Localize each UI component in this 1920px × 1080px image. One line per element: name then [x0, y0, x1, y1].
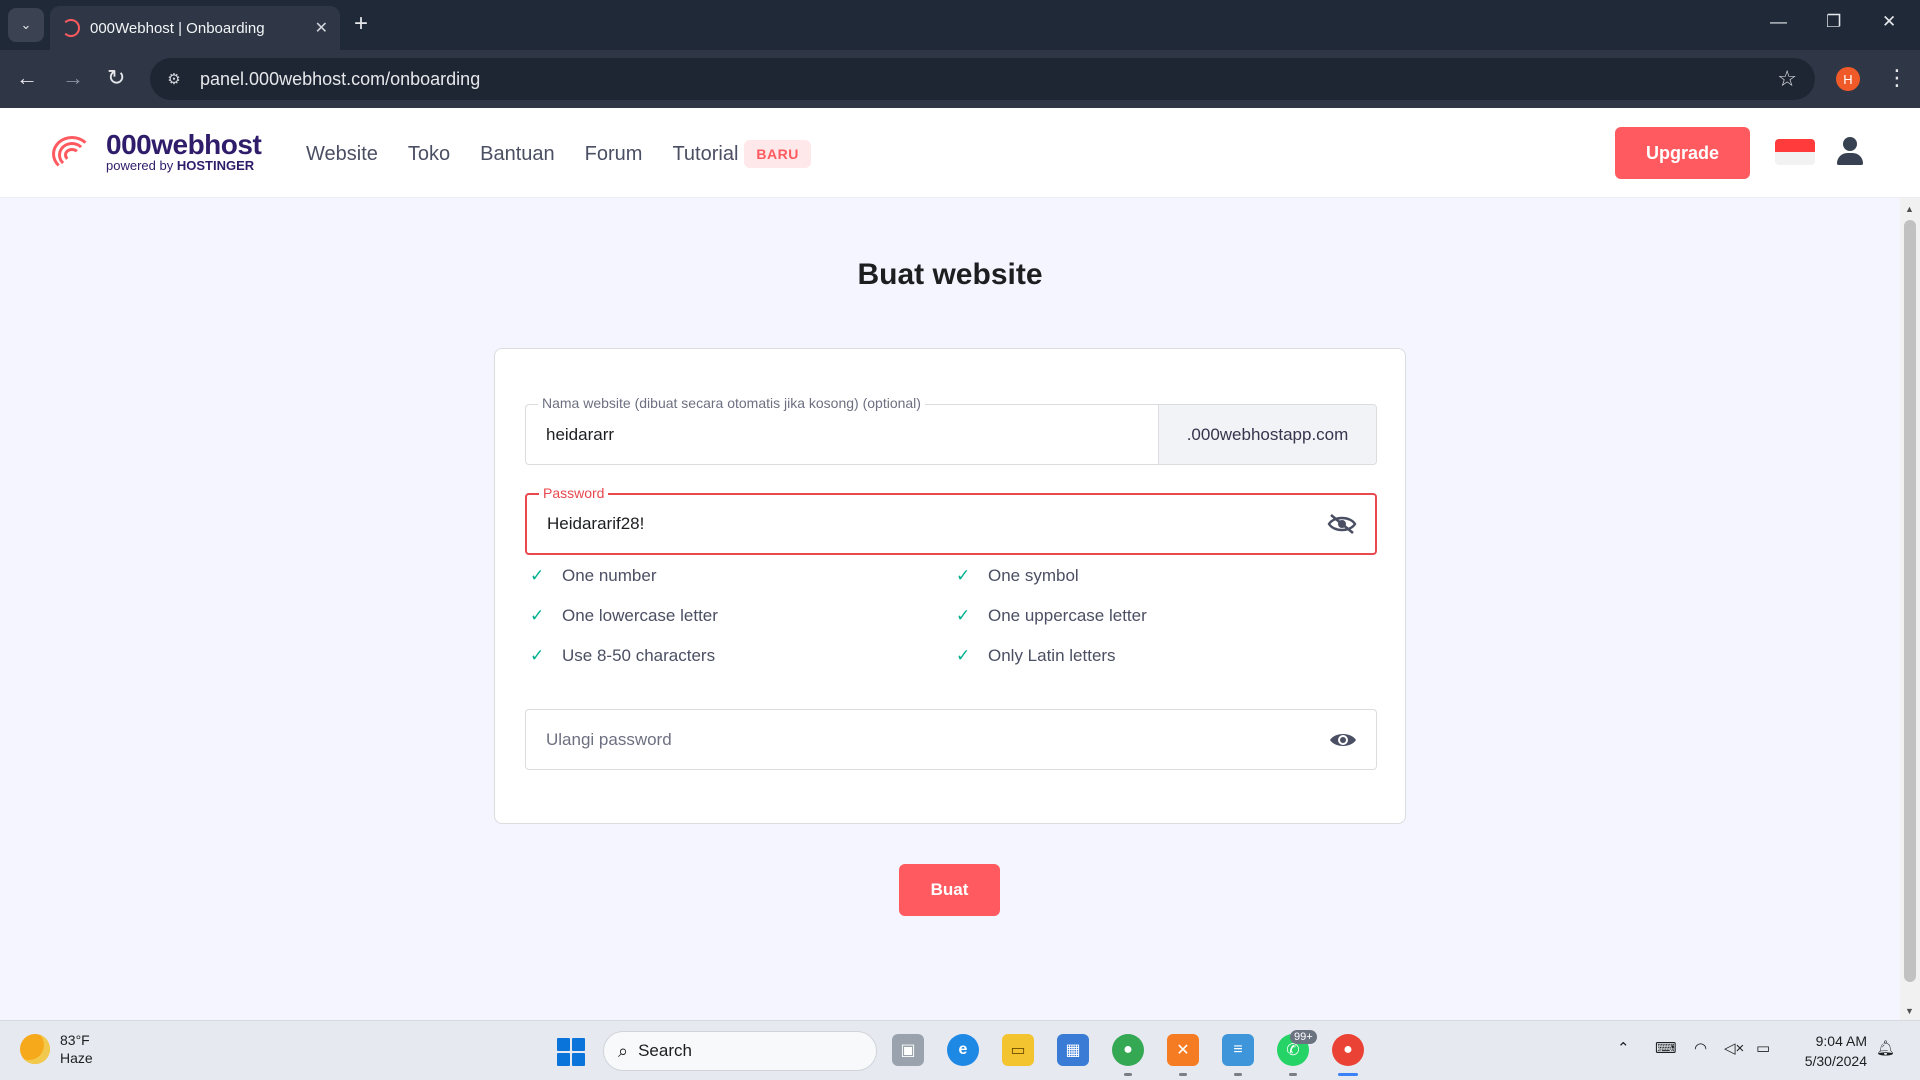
create-website-card: Nama website (dibuat secara otomatis jik… — [494, 348, 1406, 824]
hide-password-icon[interactable] — [1327, 513, 1357, 535]
repeat-password-input[interactable]: Ulangi password — [546, 710, 672, 769]
create-button[interactable]: Buat — [899, 864, 1000, 916]
windows-taskbar: 83°F Haze ⌕ Search ▣ e ▭ ▦ ● ✕ ≡ ✆ 99+ ●… — [0, 1020, 1920, 1080]
nav-tutorial[interactable]: Tutorial — [672, 143, 738, 166]
check-icon: ✓ — [530, 606, 545, 625]
search-icon: ⌕ — [618, 1040, 629, 1061]
window-close-icon[interactable]: ✕ — [1882, 12, 1896, 32]
scroll-down-icon[interactable]: ▼ — [1905, 1006, 1914, 1016]
nav-toko[interactable]: Toko — [408, 143, 450, 166]
weather-temp: 83°F — [60, 1032, 90, 1048]
site-favicon-icon — [62, 19, 80, 37]
running-indicator — [1124, 1073, 1132, 1076]
clock-date: 5/30/2024 — [1804, 1053, 1867, 1069]
taskbar-clock[interactable]: 9:04 AM 5/30/2024 — [1795, 1031, 1867, 1071]
nav-bantuan[interactable]: Bantuan — [480, 143, 555, 166]
restore-icon[interactable]: ❐ — [1826, 12, 1841, 32]
edge-icon[interactable]: e — [947, 1034, 979, 1066]
chrome-profile-icon[interactable]: ● — [1332, 1034, 1364, 1066]
password-field[interactable]: Password Heidararif28! — [525, 485, 1377, 555]
website-name-input[interactable]: heidararr — [546, 405, 614, 464]
nav-forum[interactable]: Forum — [585, 143, 643, 166]
upgrade-button[interactable]: Upgrade — [1615, 127, 1750, 179]
browser-tabbar: ⌄ 000Webhost | Onboarding ✕ + — ❐ ✕ — [0, 0, 1920, 50]
tray-overflow-icon[interactable]: ⌃ — [1617, 1039, 1630, 1057]
battery-icon[interactable]: ▭ — [1756, 1039, 1770, 1057]
back-icon[interactable]: ← — [16, 65, 38, 91]
site-header: 000webhost powered by HOSTINGER Website … — [0, 108, 1920, 198]
running-indicator — [1234, 1073, 1242, 1076]
running-indicator — [1289, 1073, 1297, 1076]
running-indicator — [1179, 1073, 1187, 1076]
check-icon: ✓ — [956, 566, 971, 585]
keyboard-icon[interactable]: ⌨ — [1655, 1039, 1677, 1057]
nav-website[interactable]: Website — [306, 143, 378, 166]
file-explorer-icon[interactable]: ▭ — [1002, 1034, 1034, 1066]
weather-desc: Haze — [60, 1050, 93, 1066]
rule-item: ✓ One number — [530, 566, 657, 585]
browser-menu-icon[interactable]: ⋮ — [1886, 64, 1908, 92]
repeat-password-field[interactable]: Ulangi password — [525, 709, 1377, 770]
scrollbar-thumb[interactable] — [1904, 220, 1916, 982]
site-info-icon[interactable]: ⚙ — [162, 67, 186, 91]
tab-close-icon[interactable]: ✕ — [315, 18, 328, 38]
notepad-icon[interactable]: ≡ — [1222, 1034, 1254, 1066]
tab-title: 000Webhost | Onboarding — [90, 19, 265, 37]
check-icon: ✓ — [530, 646, 545, 665]
scroll-up-icon[interactable]: ▲ — [1905, 204, 1914, 214]
start-windows-icon[interactable] — [557, 1038, 585, 1066]
bookmark-star-icon[interactable]: ☆ — [1777, 66, 1797, 92]
forward-icon[interactable]: → — [62, 65, 84, 91]
chrome-icon[interactable]: ● — [1112, 1034, 1144, 1066]
whatsapp-badge: 99+ — [1290, 1030, 1317, 1044]
page-scrollbar[interactable]: ▲ ▼ — [1900, 198, 1920, 1020]
user-account-icon[interactable] — [1834, 136, 1866, 168]
rule-item: ✓ One symbol — [956, 566, 1079, 585]
notification-bell-icon[interactable]: 🔔︎ — [1876, 1039, 1895, 1057]
store-icon[interactable]: ▦ — [1057, 1034, 1089, 1066]
volume-mute-icon[interactable]: ◁× — [1724, 1039, 1744, 1057]
url-text[interactable]: panel.000webhost.com/onboarding — [200, 69, 1777, 90]
address-bar[interactable]: ⚙ panel.000webhost.com/onboarding ☆ — [150, 58, 1815, 100]
logo[interactable]: 000webhost powered by HOSTINGER — [48, 129, 262, 174]
wifi-icon[interactable]: ◠ — [1694, 1039, 1707, 1057]
show-password-icon[interactable] — [1328, 729, 1358, 751]
rule-item: ✓ Use 8-50 characters — [530, 646, 716, 665]
language-flag-icon[interactable] — [1775, 139, 1815, 165]
xampp-icon[interactable]: ✕ — [1167, 1034, 1199, 1066]
weather-widget[interactable]: 83°F Haze — [20, 1031, 93, 1067]
new-badge: BARU — [744, 140, 811, 168]
rule-item: ✓ One uppercase letter — [956, 606, 1147, 625]
logo-swirl-icon — [48, 130, 96, 174]
weather-haze-icon — [20, 1034, 50, 1064]
clock-time: 9:04 AM — [1815, 1033, 1867, 1049]
tab-search-button[interactable]: ⌄ — [8, 8, 44, 42]
active-indicator — [1338, 1073, 1358, 1076]
check-icon: ✓ — [956, 606, 971, 625]
task-view-icon[interactable]: ▣ — [892, 1034, 924, 1066]
reload-icon[interactable]: ↻ — [107, 65, 125, 91]
logo-brand-text: 000webhost — [106, 129, 262, 160]
taskbar-search[interactable]: ⌕ Search — [603, 1031, 877, 1071]
rule-item: ✓ One lowercase letter — [530, 606, 718, 625]
rule-item: ✓ Only Latin letters — [956, 646, 1116, 665]
domain-suffix: .000webhostapp.com — [1158, 405, 1376, 464]
website-name-field[interactable]: Nama website (dibuat secara otomatis jik… — [525, 395, 1377, 465]
check-icon: ✓ — [956, 646, 971, 665]
check-icon: ✓ — [530, 566, 545, 585]
minimize-icon[interactable]: — — [1770, 12, 1787, 32]
profile-avatar[interactable]: H — [1836, 67, 1860, 91]
password-input[interactable]: Heidararif28! — [547, 495, 644, 553]
search-label: Search — [638, 1041, 692, 1060]
main-nav: Website Toko Bantuan Forum Tutorial BARU — [306, 140, 811, 168]
page-title: Buat website — [857, 258, 1043, 291]
browser-tab[interactable]: 000Webhost | Onboarding ✕ — [50, 6, 340, 50]
browser-toolbar: ← → ↻ ⚙ panel.000webhost.com/onboarding … — [0, 50, 1920, 108]
new-tab-button[interactable]: + — [354, 11, 368, 37]
logo-powered-text: powered by HOSTINGER — [106, 158, 255, 173]
